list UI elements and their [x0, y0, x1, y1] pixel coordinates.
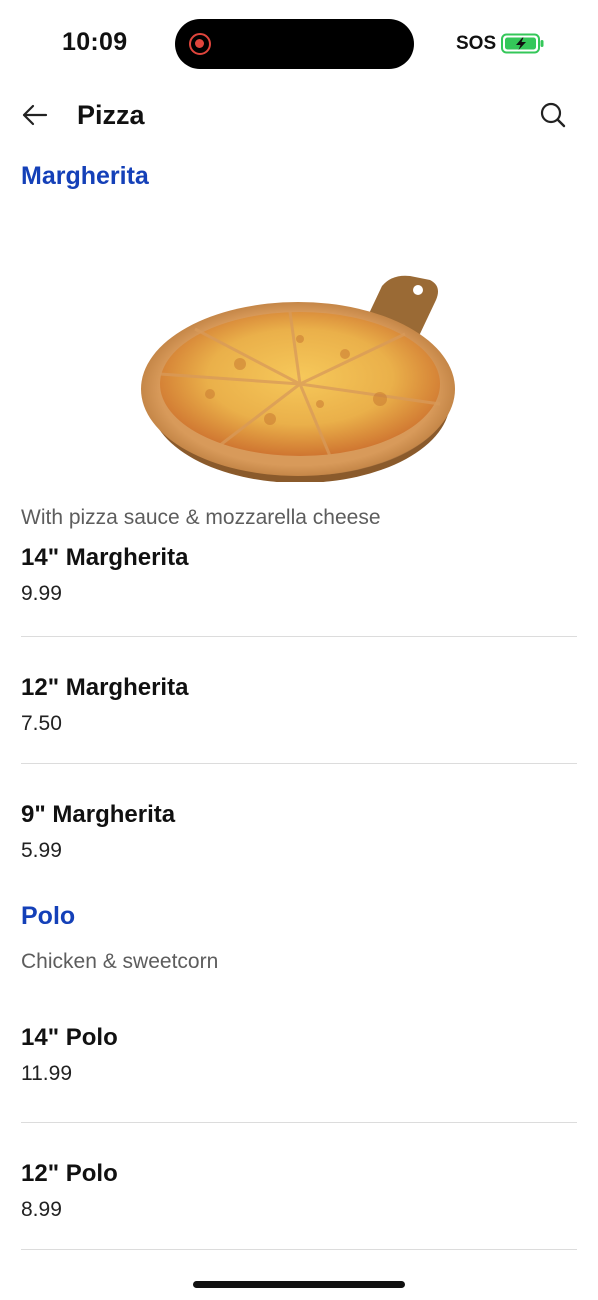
menu-item[interactable]: 12" Polo 8.99	[21, 1123, 577, 1250]
section-description-polo: Chicken & sweetcorn	[21, 950, 219, 973]
search-icon[interactable]	[536, 98, 570, 132]
battery-charging-icon	[501, 33, 544, 54]
section-description-margherita: With pizza sauce & mozzarella cheese	[21, 506, 381, 529]
menu-item[interactable]: 9" Margherita 5.99	[21, 764, 577, 880]
menu-item[interactable]: 14" Margherita 9.99	[21, 544, 577, 637]
menu-item-price: 11.99	[21, 1062, 72, 1085]
section-title-polo: Polo	[21, 902, 76, 930]
section-title-margherita: Margherita	[21, 162, 149, 190]
menu-item-price: 5.99	[21, 839, 62, 862]
menu-item[interactable]: 14" Polo 11.99	[21, 990, 577, 1123]
status-time: 10:09	[62, 28, 128, 56]
dynamic-island	[175, 19, 414, 69]
status-sos-text: SOS	[456, 33, 497, 54]
menu-item-name: 12" Margherita	[21, 674, 189, 701]
menu-list[interactable]: Margherita With pizza sauce & mozzarella…	[0, 150, 598, 1300]
app-bar: Pizza	[0, 84, 598, 150]
page-title: Pizza	[77, 100, 145, 130]
menu-item-name: 12" Polo	[21, 1160, 118, 1187]
screen: 10:09 SOS Pizza Margherita With pizza sa…	[0, 0, 598, 1300]
home-indicator[interactable]	[193, 1281, 405, 1288]
menu-item-price: 9.99	[21, 582, 62, 605]
menu-item-name: 9" Margherita	[21, 801, 176, 828]
menu-item-price: 7.50	[21, 712, 62, 735]
menu-item[interactable]: 12" Margherita 7.50	[21, 637, 577, 764]
status-bar: 10:09 SOS	[0, 0, 598, 84]
margherita-pizza-image	[0, 204, 598, 482]
menu-item-name: 14" Margherita	[21, 544, 189, 571]
screen-recording-icon	[189, 33, 211, 55]
menu-item-name: 14" Polo	[21, 1024, 118, 1051]
arrow-left-icon[interactable]	[18, 98, 52, 132]
menu-item-price: 8.99	[21, 1198, 62, 1221]
